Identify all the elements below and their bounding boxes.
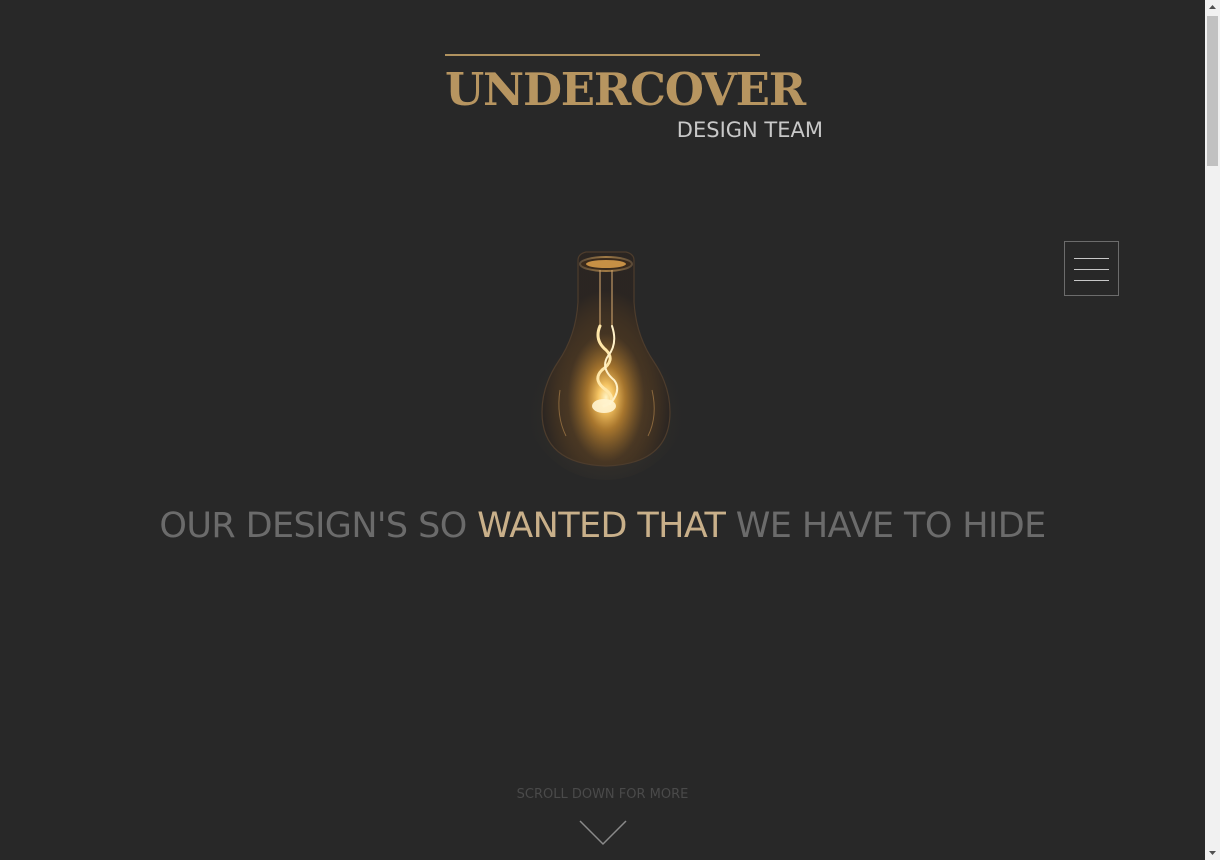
- scrollbar-thumb[interactable]: [1207, 16, 1218, 166]
- page: UNDERCOVER DESIGN TEAM OUR DESIGN'S SO W…: [0, 0, 1205, 860]
- logo[interactable]: UNDERCOVER DESIGN TEAM: [445, 54, 823, 146]
- logo-title: UNDERCOVER: [445, 63, 806, 116]
- logo-rule: [445, 54, 760, 56]
- headline-part1: OUR DESIGN'S SO: [159, 506, 478, 546]
- logo-subtitle: DESIGN TEAM: [676, 118, 823, 142]
- scroll-down-arrow-icon[interactable]: [1205, 845, 1220, 860]
- scroll-up-arrow-icon[interactable]: [1205, 0, 1220, 15]
- headline-part2: WE HAVE TO HIDE: [725, 506, 1046, 546]
- chevron-down-icon[interactable]: [579, 820, 627, 846]
- headline-highlight: WANTED THAT: [477, 506, 726, 546]
- light-bulb-image: [520, 240, 691, 480]
- hero-headline: OUR DESIGN'S SO WANTED THAT WE HAVE TO H…: [0, 502, 1205, 550]
- scroll-down-label[interactable]: SCROLL DOWN FOR MORE: [0, 786, 1205, 804]
- menu-button[interactable]: [1064, 241, 1119, 296]
- vertical-scrollbar[interactable]: [1205, 0, 1220, 860]
